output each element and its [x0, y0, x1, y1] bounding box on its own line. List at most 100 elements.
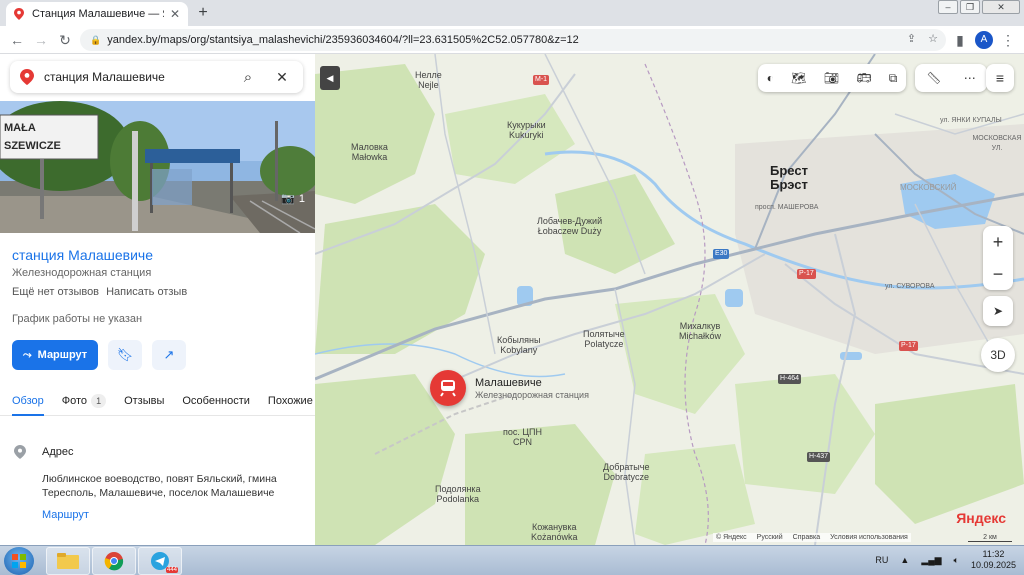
language-indicator[interactable]: RU — [875, 555, 888, 565]
no-reviews-text: Ещё нет отзывов — [12, 286, 100, 298]
taskbar: 444 RU ▲ ▂▄▆ 🔈︎ 11:32 10.09.2025 — [0, 545, 1024, 575]
tab-label: Отзывы — [124, 395, 165, 407]
language-link[interactable]: Русский — [757, 534, 783, 541]
road-label-m1: M-1 — [533, 75, 550, 85]
label-pl: Kobylany — [500, 345, 538, 355]
panorama-icon[interactable]: 📷︎ — [824, 71, 839, 85]
map-footer: © Яндекс Русский Справка Условия использ… — [713, 533, 911, 542]
layers-icon[interactable]: ⧉ — [889, 71, 898, 86]
share-button[interactable]: ↗ — [152, 340, 186, 370]
yandex-logo: Яндекс — [956, 510, 1006, 526]
tab-overview[interactable]: Обзор — [12, 386, 44, 416]
label-pl: CPN — [513, 437, 533, 447]
help-link[interactable]: Справка — [793, 534, 820, 541]
photo-count[interactable]: 📷 1 — [281, 192, 305, 206]
volume-icon[interactable]: 🔈︎ — [954, 555, 959, 566]
folder-icon — [57, 553, 79, 569]
tab-features[interactable]: Особенности — [182, 386, 250, 415]
map-label-kukuryki: Кукурыки Kukuryki — [507, 120, 546, 140]
collapse-panel-button[interactable]: ◀ — [320, 66, 340, 90]
route-icon: ⤳ — [22, 348, 32, 361]
close-window-icon[interactable]: ✕ — [982, 0, 1020, 14]
photo-count-value: 1 — [298, 192, 305, 205]
windows-logo-icon — [12, 554, 26, 568]
station-marker[interactable] — [430, 370, 466, 406]
side-panel-icon[interactable]: ▮ — [951, 31, 969, 49]
road-label-e30: E30 — [713, 249, 730, 259]
label-pl: Kożanówka — [531, 532, 578, 542]
clear-icon[interactable]: ✕ — [271, 69, 293, 86]
zoom-in-icon[interactable]: + — [983, 226, 1013, 258]
map-type-icon[interactable]: 🗺︎ — [791, 71, 806, 85]
address-route-link[interactable]: Маршрут — [42, 509, 89, 521]
more-dots-icon[interactable]: ⋯ — [964, 71, 976, 85]
network-icon[interactable]: ▂▄▆ — [921, 555, 941, 566]
route-button[interactable]: ⤳ Маршрут — [12, 340, 98, 370]
tab-reviews[interactable]: Отзывы — [124, 386, 164, 415]
profile-avatar[interactable]: A — [975, 31, 993, 49]
lock-icon[interactable]: 🔒 — [90, 35, 101, 46]
forward-icon[interactable]: → — [32, 31, 50, 49]
zoom-out-icon[interactable]: − — [983, 258, 1013, 290]
place-panel: станция Малашевиче ⌕ ✕ MAŁA SZEWICZE 📷 1… — [0, 54, 315, 545]
tab-label: Особенности — [182, 395, 250, 407]
menu-dots-icon[interactable]: ⋮ — [999, 31, 1017, 49]
reload-icon[interactable]: ↻ — [56, 31, 74, 49]
night-mode-icon[interactable]: ◐ — [767, 71, 774, 85]
new-tab-icon[interactable]: + — [194, 4, 212, 22]
tab-photo[interactable]: Фото 1 — [62, 386, 107, 415]
transport-icon[interactable]: 🚌︎ — [856, 71, 871, 85]
search-icon[interactable]: ⌕ — [237, 69, 259, 86]
minimize-icon[interactable]: – — [938, 0, 958, 14]
bookmark-button[interactable]: 🔖︎ — [108, 340, 142, 370]
clock-date: 10.09.2025 — [970, 560, 1016, 570]
share-icon[interactable]: ⇪ — [907, 32, 916, 45]
place-photo[interactable]: MAŁA SZEWICZE 📷 1 — [0, 101, 315, 233]
telegram-button[interactable]: 444 — [138, 547, 182, 575]
tab-label: Обзор — [12, 395, 44, 407]
address-text: Люблинское воеводство, повят Бяльский, г… — [42, 473, 277, 499]
tab-strip: Станция Малашевиче — Яндекс ✕ + – ❐ ✕ — [0, 0, 1024, 26]
3d-toggle-button[interactable]: 3D — [981, 338, 1015, 372]
terms-link[interactable]: Условия использования — [830, 534, 908, 541]
search-box[interactable]: станция Малашевиче ⌕ ✕ — [10, 61, 303, 93]
map-label-moskovsky: МОСКОВСКИЙ — [900, 183, 957, 192]
map-label-street-yanki: ул. ЯНКИ КУПАЛЫ — [940, 117, 1002, 124]
tab-close-icon[interactable]: ✕ — [170, 7, 180, 21]
copyright-text[interactable]: © Яндекс — [716, 534, 747, 541]
marker-name: Малашевиче — [475, 377, 542, 389]
map-label-kobylyany: Кобыляны Kobylany — [497, 335, 540, 355]
map-label-podolyanka: Подолянка Podolanka — [435, 484, 481, 504]
camera-icon: 📷 — [281, 193, 295, 205]
map-label-polyatyche: Полятыче Polatycze — [583, 329, 625, 349]
file-explorer-button[interactable] — [46, 547, 90, 575]
chrome-button[interactable] — [92, 547, 136, 575]
label-by: Брэст — [770, 177, 808, 192]
tray-arrow-icon[interactable]: ▲ — [900, 555, 909, 565]
bookmark-star-icon[interactable]: ☆ — [928, 32, 938, 45]
browser-tab[interactable]: Станция Малашевиче — Яндекс ✕ — [6, 2, 188, 26]
label-pl: Michałków — [679, 331, 722, 341]
road-label-p17-2: P-17 — [899, 341, 918, 351]
clock[interactable]: 11:32 10.09.2025 — [971, 549, 1016, 571]
place-tabs: Обзор Фото1 Отзывы Особенности Похожие м — [0, 386, 315, 416]
write-review-link[interactable]: Написать отзыв — [106, 286, 187, 298]
tab-similar[interactable]: Похожие м — [268, 386, 315, 415]
label-ru: Добратыче — [603, 462, 650, 472]
map-view[interactable]: ◀ Нелле Nejle Кукурыки Kukuryki Маловка Mał… — [315, 54, 1024, 545]
label-ru: Маловка — [351, 142, 388, 152]
locate-me-icon[interactable]: ➤ — [983, 296, 1013, 326]
train-icon — [440, 380, 456, 397]
search-input[interactable]: станция Малашевиче — [44, 70, 237, 84]
map-pin-icon — [14, 8, 24, 20]
hamburger-menu-icon[interactable]: ≡ — [986, 64, 1014, 92]
map-label-brest: Брест Брэст — [770, 164, 808, 192]
restore-icon[interactable]: ❐ — [960, 0, 980, 14]
start-button[interactable] — [4, 547, 34, 575]
ruler-icon[interactable]: 📏︎ — [926, 71, 941, 85]
label-ru: Подолянка — [435, 484, 481, 494]
address-bar[interactable]: 🔒 yandex.by/maps/org/stantsiya_malashevi… — [80, 29, 946, 51]
map-canvas — [315, 54, 1024, 545]
road-label-h464: H-464 — [778, 374, 802, 384]
back-icon[interactable]: ← — [8, 31, 26, 49]
